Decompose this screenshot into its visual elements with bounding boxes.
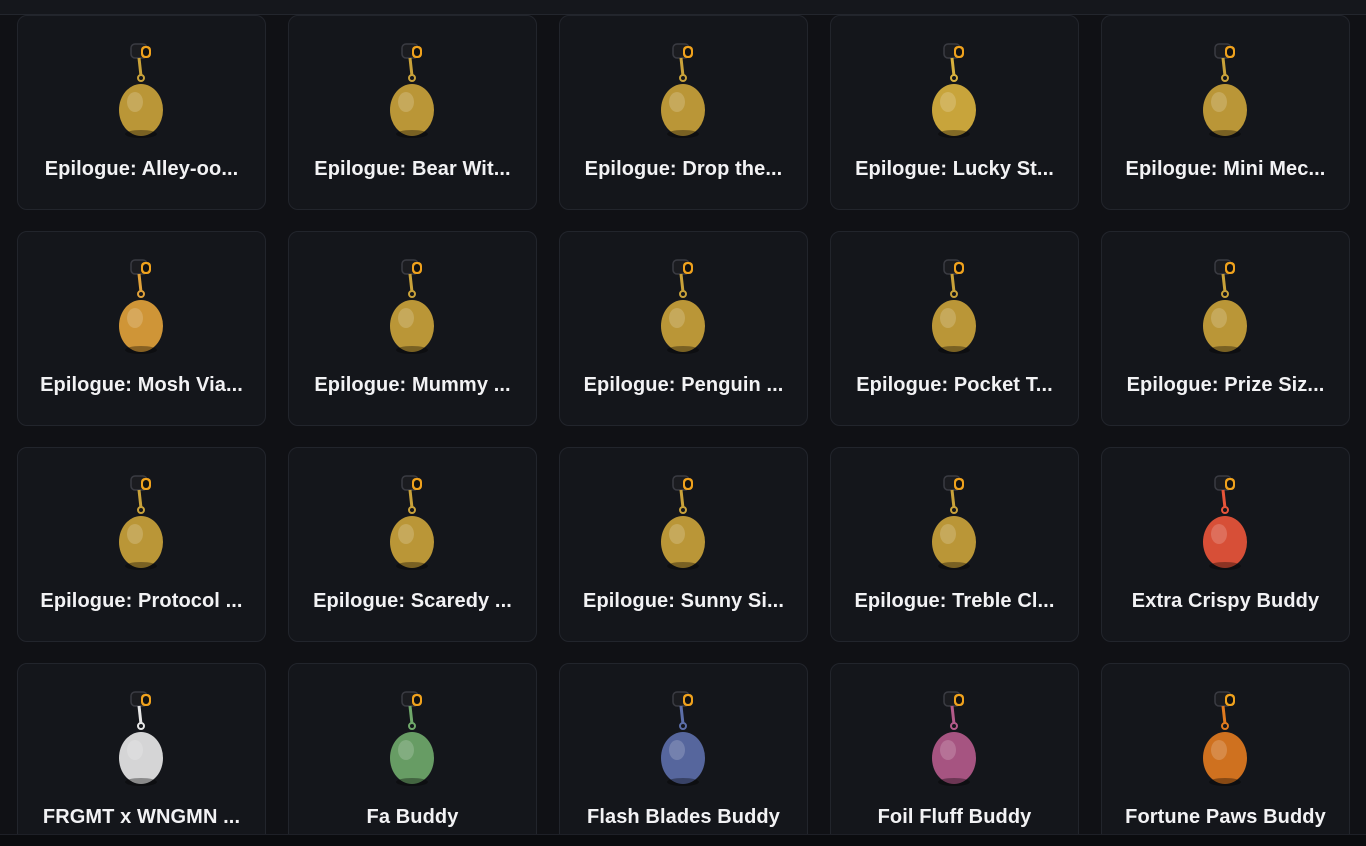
item-name: Epilogue: Mummy ... (314, 374, 511, 396)
mahjong-tile-charm-icon (389, 691, 434, 786)
monster-truck-charm-icon (660, 43, 705, 138)
item-name: Epilogue: Pocket T... (856, 374, 1053, 396)
lightning-bear-charm-icon (118, 691, 163, 786)
item-name: Fortune Paws Buddy (1125, 806, 1326, 828)
item-name: Epilogue: Bear Wit... (314, 158, 511, 180)
item-card[interactable]: Epilogue: Lucky St... (830, 15, 1079, 210)
item-name: Epilogue: Treble Cl... (854, 590, 1055, 612)
item-card[interactable]: Epilogue: Alley-oo... (17, 15, 266, 210)
item-card[interactable]: Epilogue: Prize Siz... (1101, 231, 1350, 426)
robot-runner-charm-icon (118, 475, 163, 570)
pocket-device-charm-icon (931, 259, 976, 354)
item-name: Epilogue: Mini Mec... (1125, 158, 1326, 180)
item-name: Epilogue: Alley-oo... (44, 158, 239, 180)
treble-clef-charm-icon (931, 475, 976, 570)
item-name: Epilogue: Drop the... (584, 158, 783, 180)
item-card[interactable]: Epilogue: Drop the... (559, 15, 808, 210)
item-name: Epilogue: Scaredy ... (313, 590, 512, 612)
charm-gallery-page: Epilogue: Alley-oo... Epilogue: Bear Wit.… (0, 0, 1366, 846)
item-name: Fa Buddy (366, 806, 459, 828)
top-bar (0, 0, 1366, 15)
item-card[interactable]: Epilogue: Scaredy ... (288, 447, 537, 642)
item-card[interactable]: Extra Crispy Buddy (1101, 447, 1350, 642)
bear-head-charm-icon (389, 43, 434, 138)
item-card[interactable]: Epilogue: Sunny Si... (559, 447, 808, 642)
item-name: Flash Blades Buddy (587, 806, 780, 828)
item-grid: Epilogue: Alley-oo... Epilogue: Bear Wit.… (17, 15, 1350, 846)
item-card[interactable]: Epilogue: Mosh Via... (17, 231, 266, 426)
item-name: Epilogue: Sunny Si... (583, 590, 784, 612)
item-card[interactable]: Epilogue: Pocket T... (830, 231, 1079, 426)
item-name: Epilogue: Protocol ... (40, 590, 243, 612)
item-card[interactable]: Fortune Paws Buddy (1101, 663, 1350, 846)
skater-figure-charm-icon (660, 691, 705, 786)
item-name: Epilogue: Penguin ... (583, 374, 784, 396)
item-name: Epilogue: Prize Siz... (1126, 374, 1325, 396)
item-card[interactable]: Foil Fluff Buddy (830, 663, 1079, 846)
foil-card-charm-icon (931, 691, 976, 786)
cat-figure-charm-icon (389, 259, 434, 354)
item-name: Epilogue: Lucky St... (855, 158, 1054, 180)
item-card[interactable]: FRGMT x WNGMN ... (17, 663, 266, 846)
item-card[interactable]: Epilogue: Penguin ... (559, 231, 808, 426)
item-name: Foil Fluff Buddy (877, 806, 1032, 828)
tiger-charm-icon (1202, 691, 1247, 786)
bowl-figure-charm-icon (660, 259, 705, 354)
owl-figure-charm-icon (389, 475, 434, 570)
star-charm-icon (931, 43, 976, 138)
robot-mech-charm-icon (1202, 43, 1247, 138)
item-card[interactable]: Flash Blades Buddy (559, 663, 808, 846)
frying-pan-egg-charm-icon (660, 475, 705, 570)
item-card[interactable]: Epilogue: Treble Cl... (830, 447, 1079, 642)
item-card[interactable]: Fa Buddy (288, 663, 537, 846)
bottom-bar (0, 834, 1366, 846)
item-card[interactable]: Epilogue: Mini Mec... (1101, 15, 1350, 210)
item-name: Epilogue: Mosh Via... (40, 374, 243, 396)
item-card[interactable]: Epilogue: Mummy ... (288, 231, 537, 426)
item-card[interactable]: Epilogue: Bear Wit... (288, 15, 537, 210)
fries-box-charm-icon (1202, 475, 1247, 570)
item-card[interactable]: Epilogue: Protocol ... (17, 447, 266, 642)
item-name: FRGMT x WNGMN ... (42, 806, 241, 828)
astronaut-charm-icon (1202, 259, 1247, 354)
potion-vial-charm-icon (118, 259, 163, 354)
item-name: Extra Crispy Buddy (1131, 590, 1320, 612)
basketball-hoop-charm-icon (118, 43, 163, 138)
